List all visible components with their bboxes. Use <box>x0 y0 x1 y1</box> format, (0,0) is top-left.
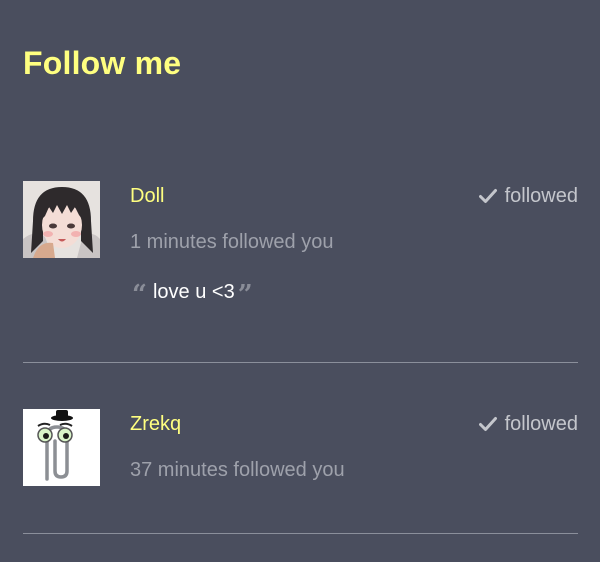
open-quote-icon: “ <box>132 280 147 310</box>
check-icon <box>478 417 497 431</box>
follower-name[interactable]: Doll <box>130 184 164 208</box>
follower-name[interactable]: Zrekq <box>130 412 181 436</box>
follow-timestamp: 37 minutes followed you <box>130 459 345 481</box>
divider <box>23 533 578 534</box>
avatar[interactable] <box>23 181 100 258</box>
follower-item: Doll 1 minutes followed you “ love u <3 … <box>23 180 578 363</box>
followed-status-button[interactable]: followed <box>478 412 578 436</box>
follow-status-label: followed <box>504 413 578 435</box>
followed-status-button[interactable]: followed <box>478 184 578 208</box>
follow-timestamp: 1 minutes followed you <box>130 231 334 253</box>
check-icon <box>478 189 497 203</box>
message-text: love u <3 <box>152 281 235 303</box>
follower-message: “ love u <3 ” <box>132 280 253 310</box>
follow-status-label: followed <box>504 185 578 207</box>
anime-girl-avatar-icon <box>23 181 100 258</box>
page-title: Follow me <box>23 45 182 81</box>
follower-item: Zrekq 37 minutes followed you followed <box>23 408 578 534</box>
divider <box>23 362 578 363</box>
avatar[interactable] <box>23 409 100 486</box>
close-quote-icon: ” <box>237 280 253 310</box>
paperclip-character-avatar-icon <box>23 409 100 486</box>
